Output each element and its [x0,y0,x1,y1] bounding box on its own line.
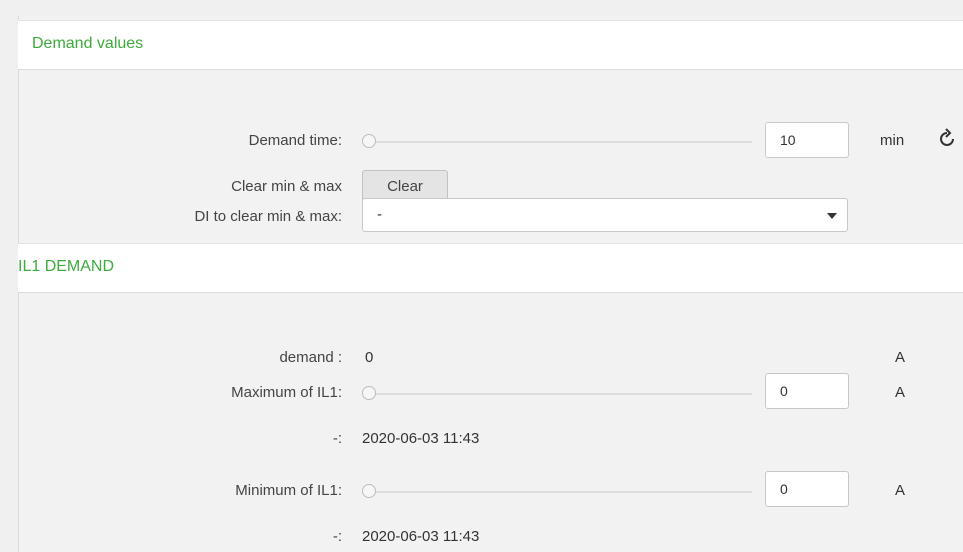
demand-time-label: Demand time: [248,132,342,149]
reset-icon[interactable] [935,127,959,155]
minimum-label: Minimum of IL1: [235,482,342,499]
section-title: IL1 DEMAND [18,258,115,275]
clear-min-max-label: Clear min & max [231,178,342,195]
section-header-demand-values: Demand values [18,20,963,70]
top-edge [0,0,963,16]
maximum-unit: A [895,384,906,401]
section-header-il1-demand: IL1 DEMAND [18,243,963,293]
demand-unit: A [895,349,906,366]
chevron-down-icon [827,213,837,219]
minimum-input[interactable]: 0 [765,471,849,507]
slider-track [370,141,752,143]
section-title: Demand values [32,35,144,52]
selected-value: - [377,206,382,223]
di-clear-select[interactable]: - [362,198,848,232]
minimum-timestamp: 2020-06-03 11:43 [362,528,480,545]
demand-value: 0 [365,349,374,366]
maximum-time-label: -: [332,430,342,447]
slider-thumb[interactable] [362,484,376,498]
maximum-label: Maximum of IL1: [231,384,342,401]
demand-time-slider[interactable] [362,132,752,152]
minimum-time-label: -: [332,528,342,545]
slider-thumb[interactable] [362,386,376,400]
slider-track [370,491,752,493]
slider-thumb[interactable] [362,134,376,148]
minimum-unit: A [895,482,906,499]
maximum-input[interactable]: 0 [765,373,849,409]
maximum-timestamp: 2020-06-03 11:43 [362,430,480,447]
demand-time-unit: min [880,132,905,149]
di-clear-label: DI to clear min & max: [194,208,342,225]
minimum-slider[interactable] [362,482,752,502]
demand-label: demand : [279,349,342,366]
demand-time-input[interactable]: 10 [765,122,849,158]
maximum-slider[interactable] [362,384,752,404]
slider-track [370,393,752,395]
